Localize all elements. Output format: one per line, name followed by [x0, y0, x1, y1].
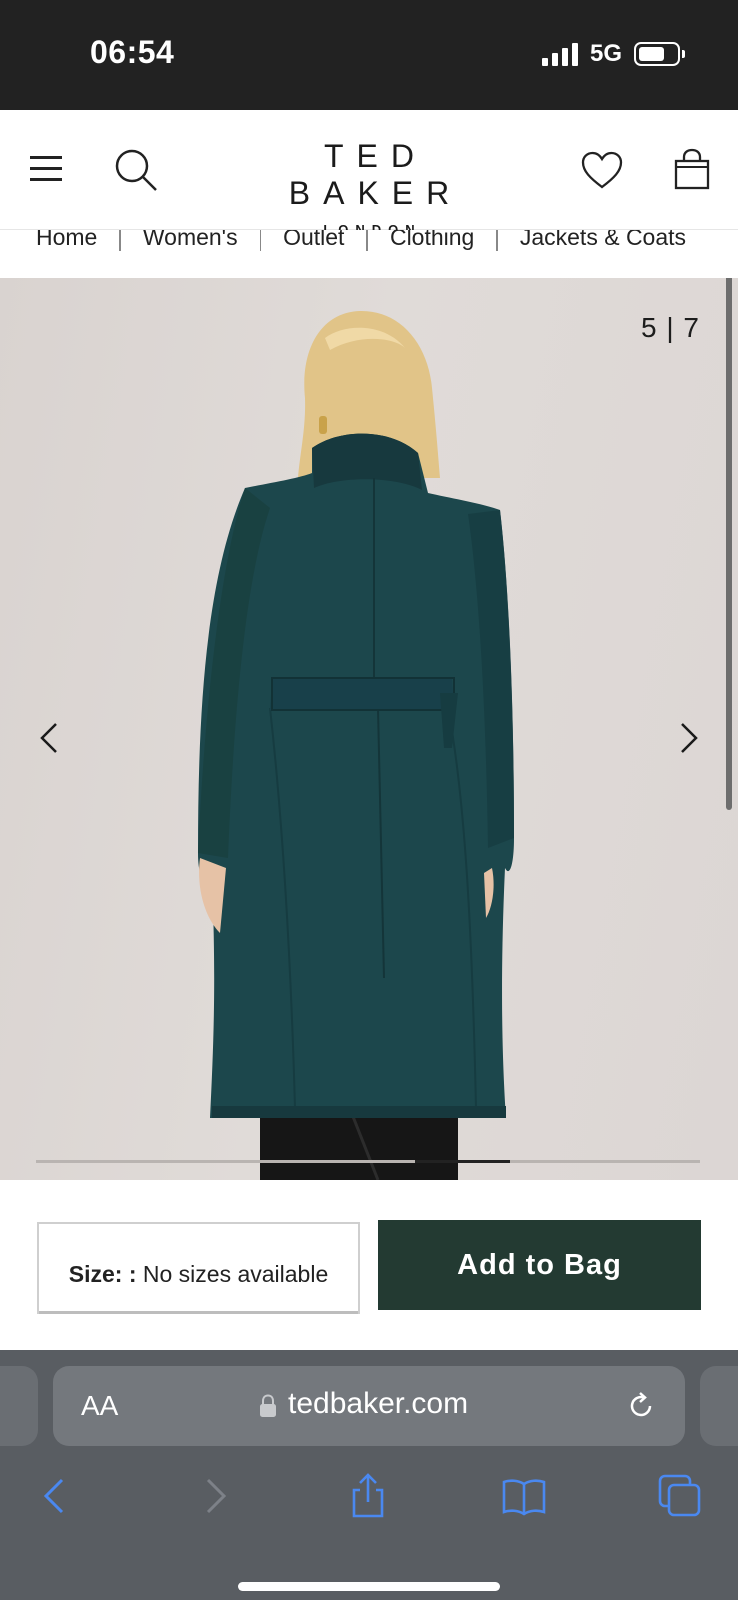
- battery-icon: [634, 42, 685, 66]
- lock-icon: [260, 1394, 276, 1417]
- browser-chrome: AA tedbaker.com: [0, 1350, 738, 1600]
- brand-name: TED BAKER: [288, 138, 463, 211]
- breadcrumb-outlet[interactable]: Outlet: [261, 230, 366, 251]
- gallery-progress-track: [36, 1160, 700, 1163]
- cellular-signal-icon: [541, 42, 578, 66]
- size-value: No sizes available: [142, 1261, 329, 1287]
- search-icon[interactable]: [112, 146, 160, 194]
- reload-icon[interactable]: [625, 1390, 657, 1422]
- image-counter: 5 | 7: [641, 312, 700, 343]
- url-text[interactable]: tedbaker.com: [288, 1387, 468, 1421]
- status-time: 06:54: [90, 34, 175, 70]
- brand-logo[interactable]: TED BAKER LONDON: [228, 138, 510, 237]
- back-icon[interactable]: [32, 1472, 80, 1520]
- product-image: [198, 310, 514, 1180]
- share-icon[interactable]: [344, 1472, 392, 1520]
- status-indicators: 5G: [541, 40, 685, 68]
- breadcrumb-list: Home Women's Outlet Clothing Jackets & C…: [36, 230, 708, 251]
- home-indicator: [238, 1582, 500, 1591]
- breadcrumb-jackets-coats[interactable]: Jackets & Coats: [498, 230, 708, 251]
- bag-icon[interactable]: [674, 148, 710, 190]
- forward-icon[interactable]: [190, 1472, 238, 1520]
- status-bar: 06:54 5G: [0, 0, 738, 110]
- text-size-label: AA: [81, 1390, 119, 1421]
- product-gallery[interactable]: 5 | 7: [0, 278, 738, 1180]
- previous-tab-preview[interactable]: [0, 1366, 38, 1446]
- menu-icon[interactable]: [30, 156, 62, 182]
- chevron-left-icon[interactable]: [32, 718, 68, 758]
- breadcrumb: Home Women's Outlet Clothing Jackets & C…: [0, 230, 738, 278]
- site-header: TED BAKER LONDON: [0, 110, 738, 237]
- gallery-progress-indicator: [415, 1160, 511, 1163]
- tabs-icon[interactable]: [656, 1472, 704, 1520]
- network-type: 5G: [589, 40, 622, 67]
- heart-icon[interactable]: [580, 150, 624, 190]
- add-to-bag-button[interactable]: Add to Bag: [378, 1220, 701, 1310]
- next-tab-preview[interactable]: [700, 1366, 738, 1446]
- bookmarks-icon[interactable]: [500, 1472, 548, 1520]
- address-bar[interactable]: AA tedbaker.com: [53, 1366, 685, 1446]
- product-actions: Size: : No sizes available Add to Bag: [0, 1180, 738, 1350]
- size-selector-underline: [39, 1311, 358, 1314]
- size-selector[interactable]: Size: : No sizes available: [37, 1222, 360, 1314]
- chevron-right-icon[interactable]: [672, 718, 708, 758]
- breadcrumb-clothing[interactable]: Clothing: [368, 230, 496, 251]
- page-scrollbar[interactable]: [726, 278, 732, 810]
- text-size-button[interactable]: AA: [81, 1390, 118, 1422]
- size-label: Size: :: [68, 1261, 137, 1287]
- breadcrumb-womens[interactable]: Women's: [121, 230, 260, 251]
- breadcrumb-home[interactable]: Home: [36, 230, 119, 251]
